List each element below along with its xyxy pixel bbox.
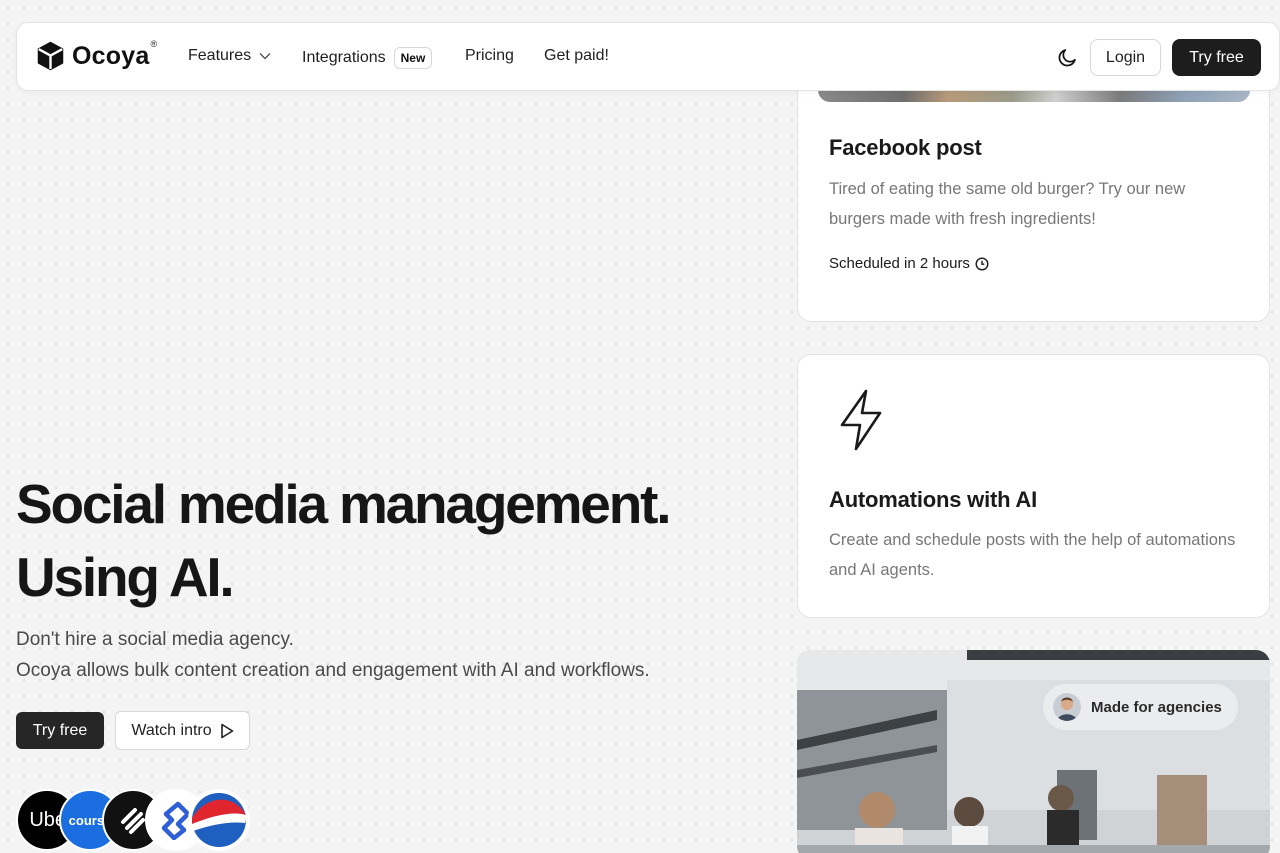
brand-logo[interactable]: Ocoya ® (37, 39, 158, 71)
lightning-icon (840, 389, 882, 451)
nav-try-free-button[interactable]: Try free (1172, 39, 1261, 76)
schedule-status: Scheduled in 2 hours (829, 255, 989, 272)
top-navbar: Ocoya ® Features Integrations New Pricin… (16, 22, 1280, 91)
nav-integrations[interactable]: Integrations New (302, 47, 433, 69)
automations-card[interactable]: Automations with AI Create and schedule … (797, 354, 1270, 618)
nav-integrations-label: Integrations (302, 49, 386, 66)
nav-get-paid[interactable]: Get paid! (544, 47, 609, 65)
nav-pricing-label: Pricing (465, 47, 514, 64)
chevron-down-icon (259, 53, 271, 60)
nav-pricing[interactable]: Pricing (465, 47, 514, 65)
play-icon (220, 723, 233, 738)
pepsi-logo (188, 789, 250, 851)
office-photo (797, 650, 1270, 853)
pepsi-globe-icon (192, 793, 246, 847)
made-for-agencies-label: Made for agencies (1091, 698, 1222, 716)
agency-photo-card: Made for agencies (797, 650, 1270, 853)
schedule-label: Scheduled in 2 hours (829, 255, 970, 272)
cube-logo-icon (37, 41, 64, 71)
nav-features-label: Features (188, 47, 252, 64)
clock-icon (975, 256, 989, 271)
facebook-post-text: Tired of eating the same old burger? Try… (829, 180, 1186, 228)
made-for-agencies-pill: Made for agencies (1043, 684, 1238, 730)
avatar (1053, 693, 1081, 721)
hero-subtitle-line-2: Ocoya allows bulk content creation and e… (16, 660, 650, 681)
hero-subtitle-line-1: Don't hire a social media agency. (16, 629, 294, 650)
facebook-post-title: Facebook post (829, 135, 982, 160)
hero-title: Social media management. Using AI. (16, 468, 776, 614)
watch-intro-button[interactable]: Watch intro (115, 711, 250, 750)
nav-features[interactable]: Features (188, 47, 271, 65)
hero-subtitle: Don't hire a social media agency. Ocoya … (16, 624, 776, 686)
hero-title-line-2: Using AI. (16, 546, 235, 608)
automations-title: Automations with AI (829, 487, 1038, 512)
nav-get-paid-label: Get paid! (544, 47, 609, 64)
hero-try-free-button[interactable]: Try free (16, 712, 104, 749)
brand-name: Ocoya (72, 41, 150, 70)
watch-intro-label: Watch intro (131, 721, 212, 739)
moon-icon[interactable] (1057, 47, 1078, 68)
registered-mark: ® (150, 39, 158, 49)
automations-text: Create and schedule posts with the help … (829, 531, 1236, 579)
login-button[interactable]: Login (1090, 39, 1161, 76)
hero-title-line-1: Social media management. (16, 473, 671, 535)
new-badge: New (393, 47, 433, 69)
